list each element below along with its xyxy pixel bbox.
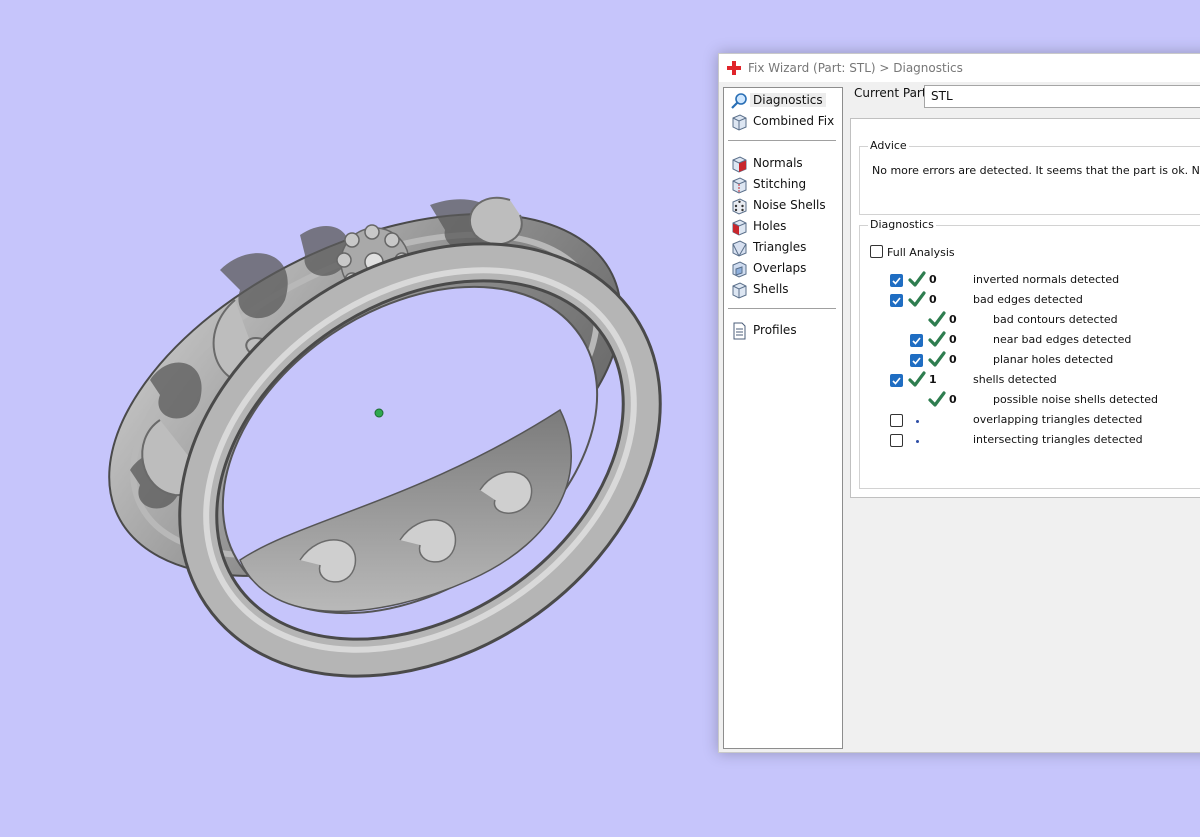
nav-item-diagnostics[interactable]: Diagnostics bbox=[728, 91, 840, 111]
nav-label-overlaps: Overlaps bbox=[753, 261, 807, 275]
diagnostics-panel: Advice No more errors are detected. It s… bbox=[850, 118, 1200, 498]
nav-item-profiles[interactable]: Profiles bbox=[728, 321, 840, 341]
check-icon bbox=[928, 311, 946, 327]
nav-item-overlaps[interactable]: Overlaps bbox=[728, 259, 840, 279]
inverted-normals-checkbox[interactable] bbox=[890, 274, 903, 287]
near-bad-edges-label: near bad edges detected bbox=[993, 333, 1132, 346]
nav-separator bbox=[728, 140, 836, 141]
bad-edges-checkbox[interactable] bbox=[890, 294, 903, 307]
pending-dot-icon bbox=[916, 440, 919, 443]
current-part-value: STL bbox=[931, 89, 953, 103]
advice-group: Advice No more errors are detected. It s… bbox=[859, 139, 1200, 215]
nav-item-noise-shells[interactable]: Noise Shells bbox=[728, 196, 840, 216]
nav-item-stitching[interactable]: Stitching bbox=[728, 175, 840, 195]
shells-label: shells detected bbox=[973, 373, 1057, 386]
diagnostics-title: Diagnostics bbox=[868, 218, 936, 231]
inverted-normals-label: inverted normals detected bbox=[973, 273, 1120, 286]
nav-label-diagnostics: Diagnostics bbox=[750, 93, 826, 107]
title-bar[interactable]: Fix Wizard (Part: STL) > Diagnostics bbox=[719, 54, 1200, 82]
dice-icon bbox=[732, 198, 747, 215]
nav-label-noise-shells: Noise Shells bbox=[753, 198, 826, 212]
noise-shells-count: 0 bbox=[949, 393, 957, 406]
shells-count: 1 bbox=[929, 373, 937, 386]
overlap-cube-icon bbox=[732, 261, 747, 278]
nav-item-triangles[interactable]: Triangles bbox=[728, 238, 840, 258]
overlapping-triangles-label: overlapping triangles detected bbox=[973, 413, 1143, 426]
current-part-label: Current Part: bbox=[854, 86, 931, 100]
nav-label-shells: Shells bbox=[753, 282, 789, 296]
red-cross-icon bbox=[727, 61, 741, 75]
full-analysis-checkbox[interactable] bbox=[870, 245, 883, 258]
current-part-field[interactable]: STL bbox=[924, 85, 1200, 108]
magnifier-icon bbox=[731, 93, 747, 109]
nav-label-profiles: Profiles bbox=[753, 323, 797, 337]
near-bad-edges-checkbox[interactable] bbox=[910, 334, 923, 347]
cube-stitch-icon bbox=[732, 177, 747, 194]
nav-item-holes[interactable]: Holes bbox=[728, 217, 840, 237]
nav-label-combined-fix: Combined Fix bbox=[753, 114, 835, 128]
check-icon bbox=[908, 271, 926, 287]
fix-wizard-window: Fix Wizard (Part: STL) > Diagnostics Dia… bbox=[718, 53, 1200, 753]
planar-holes-checkbox[interactable] bbox=[910, 354, 923, 367]
cube-icon bbox=[732, 114, 747, 131]
nav-label-stitching: Stitching bbox=[753, 177, 807, 191]
diagnostics-group: Diagnostics Full Analysis 0 inverted nor… bbox=[859, 218, 1200, 489]
planar-holes-count: 0 bbox=[949, 353, 957, 366]
shell-cube-icon bbox=[732, 282, 747, 299]
check-icon bbox=[928, 331, 946, 347]
nav-separator bbox=[728, 308, 836, 309]
cube-hole-icon bbox=[732, 219, 747, 236]
document-icon bbox=[733, 322, 746, 340]
check-icon bbox=[908, 291, 926, 307]
nav-label-triangles: Triangles bbox=[753, 240, 807, 254]
nav-item-shells[interactable]: Shells bbox=[728, 280, 840, 300]
shells-checkbox[interactable] bbox=[890, 374, 903, 387]
window-title: Fix Wizard (Part: STL) > Diagnostics bbox=[748, 61, 963, 75]
nav-item-normals[interactable]: Normals bbox=[728, 154, 840, 174]
wizard-nav: Diagnostics Combined Fix Normals Stitchi… bbox=[723, 87, 843, 749]
triangle-cube-icon bbox=[732, 240, 747, 257]
nav-item-combined-fix[interactable]: Combined Fix bbox=[728, 112, 840, 132]
pending-dot-icon bbox=[916, 420, 919, 423]
full-analysis-label: Full Analysis bbox=[887, 246, 955, 259]
cube-red-face-icon bbox=[732, 156, 747, 173]
check-icon bbox=[928, 351, 946, 367]
inverted-normals-count: 0 bbox=[929, 273, 937, 286]
advice-text: No more errors are detected. It seems th… bbox=[872, 164, 1200, 177]
pivot-point[interactable] bbox=[374, 408, 384, 418]
nav-label-holes: Holes bbox=[753, 219, 787, 233]
near-bad-edges-count: 0 bbox=[949, 333, 957, 346]
check-icon bbox=[928, 391, 946, 407]
bad-contours-count: 0 bbox=[949, 313, 957, 326]
overlapping-triangles-checkbox[interactable] bbox=[890, 414, 903, 427]
intersecting-triangles-label: intersecting triangles detected bbox=[973, 433, 1143, 446]
nav-label-normals: Normals bbox=[753, 156, 803, 170]
noise-shells-label: possible noise shells detected bbox=[993, 393, 1159, 406]
bad-edges-label: bad edges detected bbox=[973, 293, 1083, 306]
bad-contours-label: bad contours detected bbox=[993, 313, 1118, 326]
intersecting-triangles-checkbox[interactable] bbox=[890, 434, 903, 447]
bad-edges-count: 0 bbox=[929, 293, 937, 306]
check-icon bbox=[908, 371, 926, 387]
advice-title: Advice bbox=[868, 139, 909, 152]
planar-holes-label: planar holes detected bbox=[993, 353, 1114, 366]
